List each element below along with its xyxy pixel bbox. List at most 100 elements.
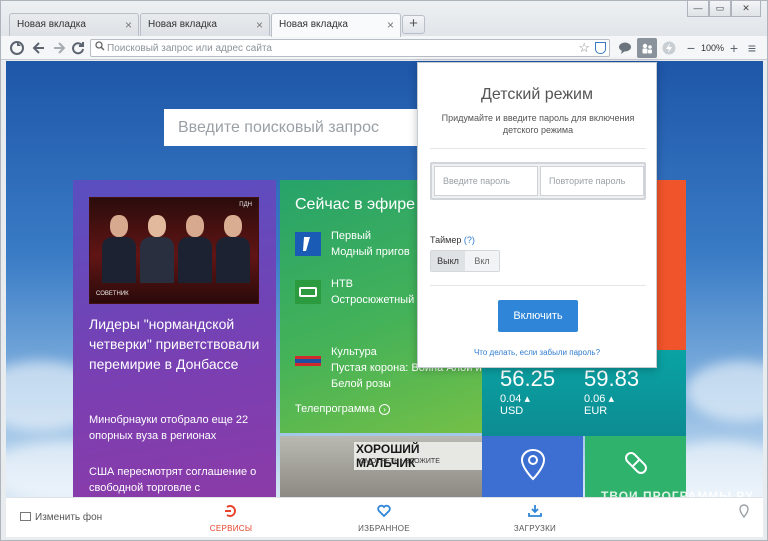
timer-on-option[interactable]: Вкл	[465, 251, 499, 271]
password-group	[430, 162, 646, 200]
news-photo[interactable]: СОВЕТНИК ПДН	[89, 197, 259, 304]
news-tile[interactable]: СОВЕТНИК ПДН Лидеры "нормандской четверк…	[73, 180, 276, 497]
tv-program-link[interactable]: Телепрограмма ›	[295, 403, 391, 415]
reload-icon[interactable]	[70, 40, 86, 56]
search-input[interactable]	[178, 119, 408, 137]
zoom-level: 100%	[701, 43, 725, 53]
menu-icon[interactable]: ≡	[744, 40, 760, 56]
pill-icon	[625, 452, 647, 474]
up-arrow-icon: ▴	[608, 393, 615, 405]
repeat-password-field[interactable]	[540, 166, 644, 196]
logo-icon[interactable]	[9, 40, 25, 56]
address-input[interactable]	[107, 41, 577, 55]
person-figure	[102, 215, 136, 283]
change-background-label: Изменить фон	[35, 512, 103, 523]
timer-label-text: Таймер	[430, 235, 462, 245]
tab-close-icon[interactable]: ×	[387, 18, 394, 32]
tab-label: Новая вкладка	[279, 19, 348, 30]
divider	[430, 285, 646, 286]
channel-name: Культура	[331, 346, 377, 358]
timer-off-option[interactable]: Выкл	[431, 251, 465, 271]
currency-usd: 56.25 0.04 ▴ USD	[500, 366, 555, 417]
tab-1[interactable]: Новая вкладка ×	[9, 13, 139, 36]
news-item[interactable]: США пересмотрят соглашение о свободной т…	[89, 464, 269, 496]
services-button[interactable]: СЕРВИСЫ	[196, 498, 266, 538]
enable-button[interactable]: Включить	[498, 300, 578, 332]
maps-tile[interactable]	[482, 436, 583, 497]
news-headline[interactable]: Лидеры "нормандской четверки" приветство…	[89, 314, 269, 374]
show-banner-tile[interactable]: ХОРОШИЙ МАЛЬЧИК СМОТРЕТЬ - ВЛОЖИТЕ	[280, 436, 483, 497]
background-cloud	[686, 361, 763, 421]
favorites-button[interactable]: ИЗБРАННОЕ	[349, 498, 419, 538]
zoom-out-button[interactable]: −	[683, 40, 699, 56]
browser-window: Новая вкладка × Новая вкладка × Новая вк…	[0, 0, 768, 541]
person-figure	[140, 215, 174, 283]
tv-program-label: Телепрограмма	[295, 403, 376, 415]
photo-caption: СОВЕТНИК	[96, 291, 129, 297]
forward-icon[interactable]	[51, 40, 67, 56]
ntv-logo-icon	[295, 280, 321, 304]
kultura-logo-icon	[295, 353, 321, 366]
search-icon	[95, 41, 105, 54]
tab-label: Новая вкладка	[17, 19, 86, 30]
timer-toggle[interactable]: Выкл Вкл	[430, 250, 500, 272]
watermark-text: ТВОИ ПРОГРАММЫ РУ	[601, 489, 754, 497]
speed-icon[interactable]	[661, 40, 677, 56]
popup-description: Придумайте и введите пароль для включени…	[441, 113, 635, 135]
currency-rate: 56.25	[500, 366, 556, 391]
favorites-label: ИЗБРАННОЕ	[358, 524, 410, 533]
show-banner-subtitle: СМОТРЕТЬ - ВЛОЖИТЕ	[360, 458, 440, 465]
star-icon[interactable]: ☆	[578, 40, 590, 56]
news-item[interactable]: Минобрнауки отобрало еще 22 опорных вуза…	[89, 412, 269, 444]
currency-code: EUR	[584, 405, 608, 417]
new-tab-button[interactable]: +	[402, 15, 425, 34]
address-bar[interactable]: ☆	[90, 39, 610, 57]
channel-show: Модный пригов	[331, 246, 410, 258]
timer-label: Таймер (?)	[430, 235, 475, 245]
zoom-in-button[interactable]: +	[726, 40, 742, 56]
kids-mode-icon[interactable]	[637, 38, 657, 58]
currency-rate: 59.83	[584, 366, 640, 391]
location-button[interactable]	[736, 498, 752, 538]
close-window-button[interactable]: ✕	[731, 1, 761, 17]
password-field[interactable]	[434, 166, 538, 196]
timer-help-link[interactable]: (?)	[464, 235, 475, 245]
health-tile[interactable]	[585, 436, 686, 497]
navigation-toolbar: ☆ − 100% + ≡	[1, 36, 767, 60]
channel-name: НТВ	[331, 278, 353, 290]
divider	[430, 148, 646, 149]
tab-3-active[interactable]: Новая вкладка ×	[271, 13, 401, 37]
arrow-right-icon: ›	[379, 404, 391, 415]
download-icon	[500, 504, 570, 521]
up-arrow-icon: ▴	[524, 393, 531, 405]
services-label: СЕРВИСЫ	[209, 524, 253, 533]
minimize-button[interactable]: —	[687, 1, 709, 17]
heart-icon	[349, 504, 419, 521]
tab-close-icon[interactable]: ×	[256, 18, 263, 32]
currency-delta: 0.06	[584, 393, 606, 405]
map-pin-icon	[520, 448, 546, 481]
downloads-button[interactable]: ЗАГРУЗКИ	[500, 498, 570, 538]
change-background-button[interactable]: Изменить фон	[20, 512, 102, 523]
popup-title: Детский режим	[481, 86, 593, 103]
currency-code: USD	[500, 405, 524, 417]
kids-mode-popup: Детский режим Придумайте и введите парол…	[417, 62, 657, 368]
currency-delta: 0.04	[500, 393, 522, 405]
person-figure	[216, 215, 250, 283]
shield-icon[interactable]	[595, 42, 606, 54]
image-icon	[20, 512, 31, 521]
chat-icon[interactable]	[617, 40, 633, 56]
person-figure	[178, 215, 212, 283]
window-controls: — ▭ ✕	[687, 1, 761, 17]
tab-close-icon[interactable]: ×	[125, 18, 132, 32]
back-icon[interactable]	[31, 40, 47, 56]
maximize-button[interactable]: ▭	[709, 1, 731, 17]
photo-logo: ПДН	[239, 202, 252, 208]
tab-label: Новая вкладка	[148, 19, 217, 30]
tv-title: Сейчас в эфире	[295, 196, 416, 213]
forgot-password-link[interactable]: Что делать, если забыли пароль?	[418, 348, 656, 357]
bottom-bar: Изменить фон СЕРВИСЫ ИЗБРАННОЕ ЗАГРУЗКИ	[6, 497, 763, 537]
search-box[interactable]	[164, 109, 420, 146]
location-pin-icon	[736, 504, 752, 521]
tab-2[interactable]: Новая вкладка ×	[140, 13, 270, 36]
